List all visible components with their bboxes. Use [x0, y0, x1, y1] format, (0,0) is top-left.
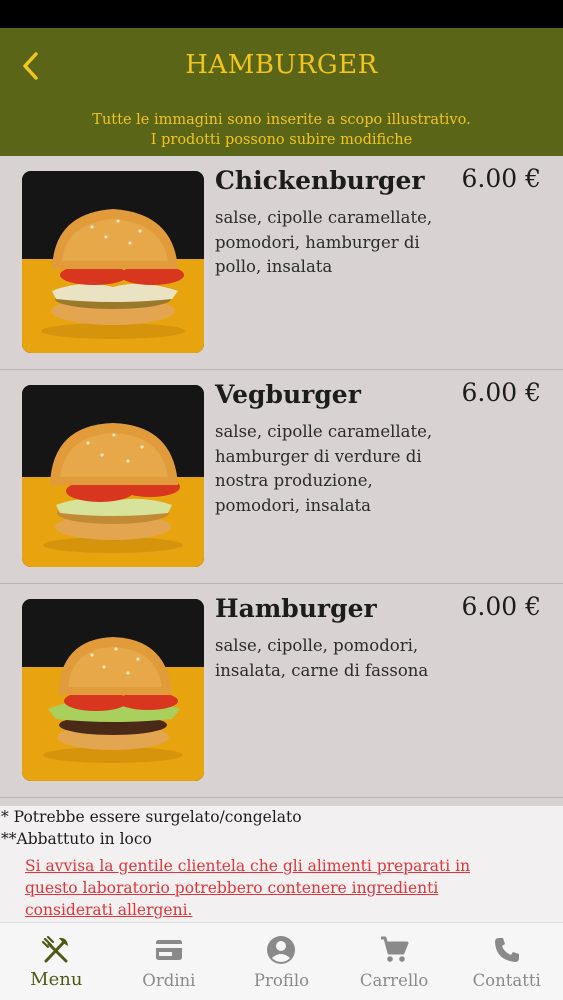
product-card-hamburger[interactable]: Hamburger 6.00 € salse, cipolle, pomodor…: [0, 584, 563, 798]
page-title: HAMBURGER: [185, 50, 378, 80]
product-description: salse, cipolle caramellate, hamburger di…: [215, 422, 433, 515]
nav-label-ordini: Ordini: [142, 971, 196, 990]
product-name: Vegburger: [215, 380, 361, 409]
bottom-navigation: Menu Ordini Profilo Carrello Contatti: [0, 922, 563, 1000]
nav-label-contatti: Contatti: [472, 971, 541, 990]
product-card-vegburger[interactable]: Vegburger 6.00 € salse, cipolle caramell…: [0, 370, 563, 584]
credit-card-icon: [155, 940, 182, 960]
nav-item-contatti[interactable]: Contatti: [450, 923, 563, 1000]
account-circle-icon: [267, 936, 296, 964]
status-bar: [0, 0, 563, 28]
nav-item-ordini[interactable]: Ordini: [113, 923, 226, 1000]
allergen-warning-link[interactable]: Si avvisa la gentile clientela che gli a…: [25, 855, 525, 921]
nav-label-carrello: Carrello: [359, 971, 429, 990]
nav-label-profilo: Profilo: [253, 971, 310, 990]
app-header: HAMBURGER: [0, 28, 563, 104]
nav-item-profilo[interactable]: Profilo: [225, 923, 338, 1000]
nav-label-menu: Menu: [30, 969, 83, 990]
nav-item-menu[interactable]: Menu: [0, 923, 113, 1000]
product-list: Chickenburger 6.00 € salse, cipolle cara…: [0, 156, 563, 806]
illustrative-notice: Tutte le immagini sono inserite a scopo …: [0, 104, 563, 156]
fork-knife-icon: [42, 935, 69, 963]
notice-line-1: Tutte le immagini sono inserite a scopo …: [92, 112, 471, 128]
footnotes: * Potrebbe essere surgelato/congelato **…: [0, 806, 563, 922]
product-price: 6.00 €: [461, 164, 541, 193]
product-description: salse, cipolle caramellate, pomodori, ha…: [215, 208, 433, 276]
frozen-footnote: * Potrebbe essere surgelato/congelato: [1, 808, 302, 826]
hamburger-image: [22, 599, 204, 781]
nav-item-carrello[interactable]: Carrello: [338, 923, 451, 1000]
chilled-footnote: **Abbattuto in loco: [1, 830, 152, 848]
product-price: 6.00 €: [461, 592, 541, 621]
product-name: Chickenburger: [215, 166, 425, 195]
product-price: 6.00 €: [461, 378, 541, 407]
product-card-chickenburger[interactable]: Chickenburger 6.00 € salse, cipolle cara…: [0, 156, 563, 370]
product-description: salse, cipolle, pomodori, insalata, carn…: [215, 636, 429, 680]
notice-line-2: I prodotti possono subire modifiche: [150, 132, 413, 148]
chickenburger-image: [22, 171, 204, 353]
phone-icon: [494, 938, 519, 962]
vegburger-image: [22, 385, 204, 567]
shopping-cart-icon: [381, 936, 409, 962]
product-name: Hamburger: [215, 594, 377, 623]
